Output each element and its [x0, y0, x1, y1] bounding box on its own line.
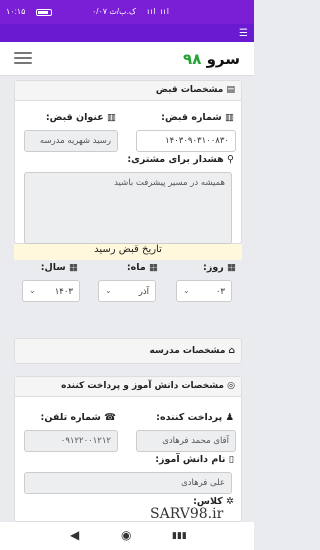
school-card-title: مشخصات مدرسه [149, 346, 226, 356]
brand-number: ۹۸ [183, 50, 202, 68]
phone-field[interactable]: ۰۹۱۲۲۰۰۱۲۱۲ [24, 430, 118, 452]
status-bar: ۱۰:۱۵ ۰/۰۷ ک.ب/ث ııl ııl [0, 0, 254, 24]
bill-title-label: ▥ عنوان قبض: [45, 112, 116, 123]
payer-label: ♟ پرداخت کننده: [156, 412, 234, 423]
user-circle-icon: ◎ [227, 381, 235, 391]
student-field[interactable]: علی فرهادی [24, 472, 232, 494]
battery-icon [36, 9, 52, 16]
chevron-down-icon: ⌄ [105, 286, 112, 295]
month-label: ▦ ماه: [126, 262, 158, 273]
payer-field[interactable]: آقای محمد فرهادی [136, 430, 236, 452]
barcode-icon: ▥ [225, 112, 234, 123]
bill-title-field[interactable]: رسید شهریه مدرسه [24, 130, 118, 152]
back-button[interactable]: ◀ [70, 528, 79, 542]
recents-button[interactable]: ▮▮▮ [172, 531, 187, 541]
phone-icon: ☎ [104, 412, 116, 423]
barcode-icon: ▥ [107, 112, 116, 123]
navbar-toggle-button[interactable] [14, 52, 32, 66]
day-label: ▦ روز: [203, 262, 236, 273]
app-header: سرو ۹۸ [0, 42, 254, 76]
calendar-icon: ▦ [149, 262, 158, 273]
chevron-down-icon: ⌄ [29, 286, 36, 295]
watermark: SARV98.ir [150, 506, 224, 522]
gear-icon: ✲ [226, 496, 234, 507]
home-icon: ⌂ [228, 346, 235, 356]
bill-card-title: مشخصات قبض [155, 85, 224, 95]
bill-number-label: ▥ شماره قبض: [161, 112, 234, 123]
school-card-header[interactable]: ⌂ مشخصات مدرسه [14, 338, 242, 364]
day-select[interactable]: ۰۳ ⌄ [176, 280, 232, 302]
calendar-icon: ▦ [69, 262, 78, 273]
brand-name: سرو [206, 50, 240, 68]
month-select[interactable]: آذر ⌄ [98, 280, 156, 302]
calendar-icon: ▦ [227, 262, 236, 273]
home-button[interactable]: ◉ [121, 528, 131, 542]
chevron-down-icon: ⌄ [183, 286, 190, 295]
menu-icon[interactable]: ☰ [239, 28, 248, 39]
bill-card-header: ▤ مشخصات قبض [15, 81, 241, 101]
status-time: ۱۰:۱۵ [6, 7, 26, 16]
date-title: تاریخ قبض رسید [14, 244, 242, 260]
day-value: ۰۳ [215, 287, 225, 297]
month-value: آذر [138, 287, 149, 297]
warning-label: ⚲ هشدار برای مشتری: [127, 154, 234, 165]
phone-label: ☎ شماره تلفن: [40, 412, 116, 423]
bill-number-field[interactable]: ۱۴۰۳۰۹۰۳۱۰۰۸۳۰ [136, 130, 236, 152]
signal-icon: ııl ııl [147, 7, 170, 16]
mobile-icon: ▯ [228, 454, 234, 465]
system-nav-bar: ◀ ◉ ▮▮▮ [0, 522, 254, 550]
book-icon: ▤ [226, 85, 235, 95]
payer-card-header: ◎ مشخصات دانش آموز و پرداخت کننده [15, 377, 241, 397]
payer-card-title: مشخصات دانش آموز و پرداخت کننده [61, 381, 224, 391]
browser-toolbar: ☰ [0, 24, 254, 42]
map-marker-icon: ⚲ [227, 154, 234, 165]
year-value: ۱۴۰۳ [54, 287, 73, 297]
warning-textarea[interactable]: همیشه در مسیر پیشرفت باشید [24, 172, 232, 244]
brand-logo[interactable]: سرو ۹۸ [183, 50, 240, 68]
year-select[interactable]: ۱۴۰۳ ⌄ [22, 280, 80, 302]
user-icon: ♟ [225, 412, 234, 423]
network-speed: ۰/۰۷ ک.ب/ث [91, 7, 136, 16]
year-label: ▦ سال: [40, 262, 78, 273]
student-label: ▯ نام دانش آموز: [155, 454, 234, 465]
